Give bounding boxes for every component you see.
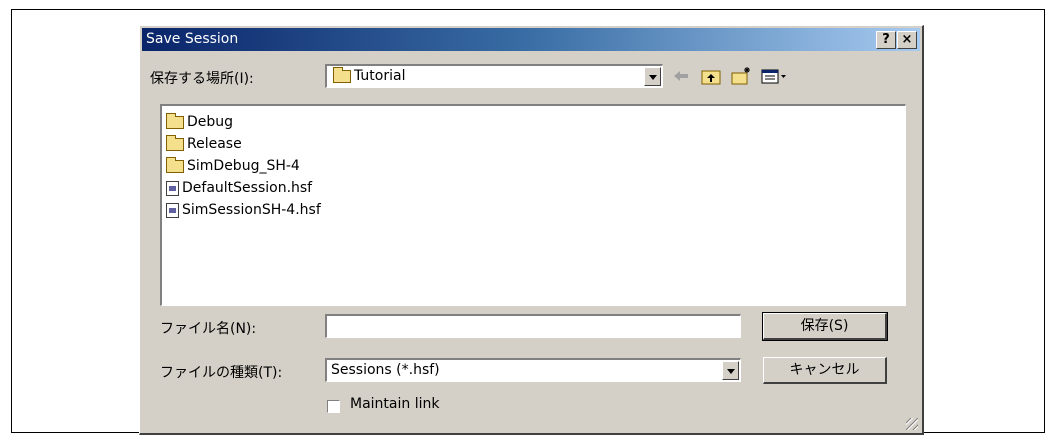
filetype-select[interactable]: Sessions (*.hsf) [325, 358, 741, 382]
maintain-link-label: Maintain link [350, 396, 440, 412]
save-button[interactable]: 保存(S) [762, 312, 888, 341]
resize-grip-icon[interactable] [906, 418, 918, 430]
filetype-value: Sessions (*.hsf) [331, 362, 440, 378]
list-item[interactable]: Release [166, 134, 242, 154]
folder-icon [166, 134, 184, 151]
filetype-label: ファイルの種類(T): [160, 365, 283, 381]
back-icon[interactable] [670, 66, 692, 86]
filename-label: ファイル名(N): [160, 321, 257, 337]
list-item[interactable]: SimDebug_SH-4 [166, 156, 300, 176]
list-item[interactable]: SimSessionSH-4.hsf [166, 200, 321, 220]
filename-field[interactable] [325, 314, 741, 338]
file-list[interactable]: Debug Release SimDebug_SH-4 DefaultSessi… [160, 104, 906, 306]
filetype-dropdown-button[interactable] [722, 361, 739, 380]
list-item[interactable]: Debug [166, 112, 233, 132]
save-session-dialog: Save Session ? × 保存する場所(I): Tutorial Deb… [139, 25, 924, 435]
location-dropdown-button[interactable] [644, 67, 661, 86]
new-folder-icon[interactable] [730, 66, 752, 86]
help-button[interactable]: ? [876, 31, 896, 49]
cancel-button[interactable]: キャンセル [763, 357, 887, 384]
session-file-icon [166, 202, 179, 218]
close-button[interactable]: × [897, 31, 917, 49]
open-folder-icon [333, 66, 351, 83]
location-combo[interactable]: Tutorial [325, 64, 663, 88]
maintain-link-checkbox[interactable] [327, 400, 340, 413]
list-item[interactable]: DefaultSession.hsf [166, 178, 312, 198]
folder-icon [166, 112, 184, 129]
view-menu-icon[interactable] [760, 66, 788, 86]
session-file-icon [166, 180, 179, 196]
folder-icon [166, 156, 184, 173]
location-label: 保存する場所(I): [150, 71, 254, 87]
up-folder-icon[interactable] [700, 66, 722, 86]
location-value: Tutorial [354, 68, 406, 84]
dialog-title: Save Session [146, 31, 239, 47]
title-bar[interactable]: Save Session ? × [142, 28, 920, 51]
